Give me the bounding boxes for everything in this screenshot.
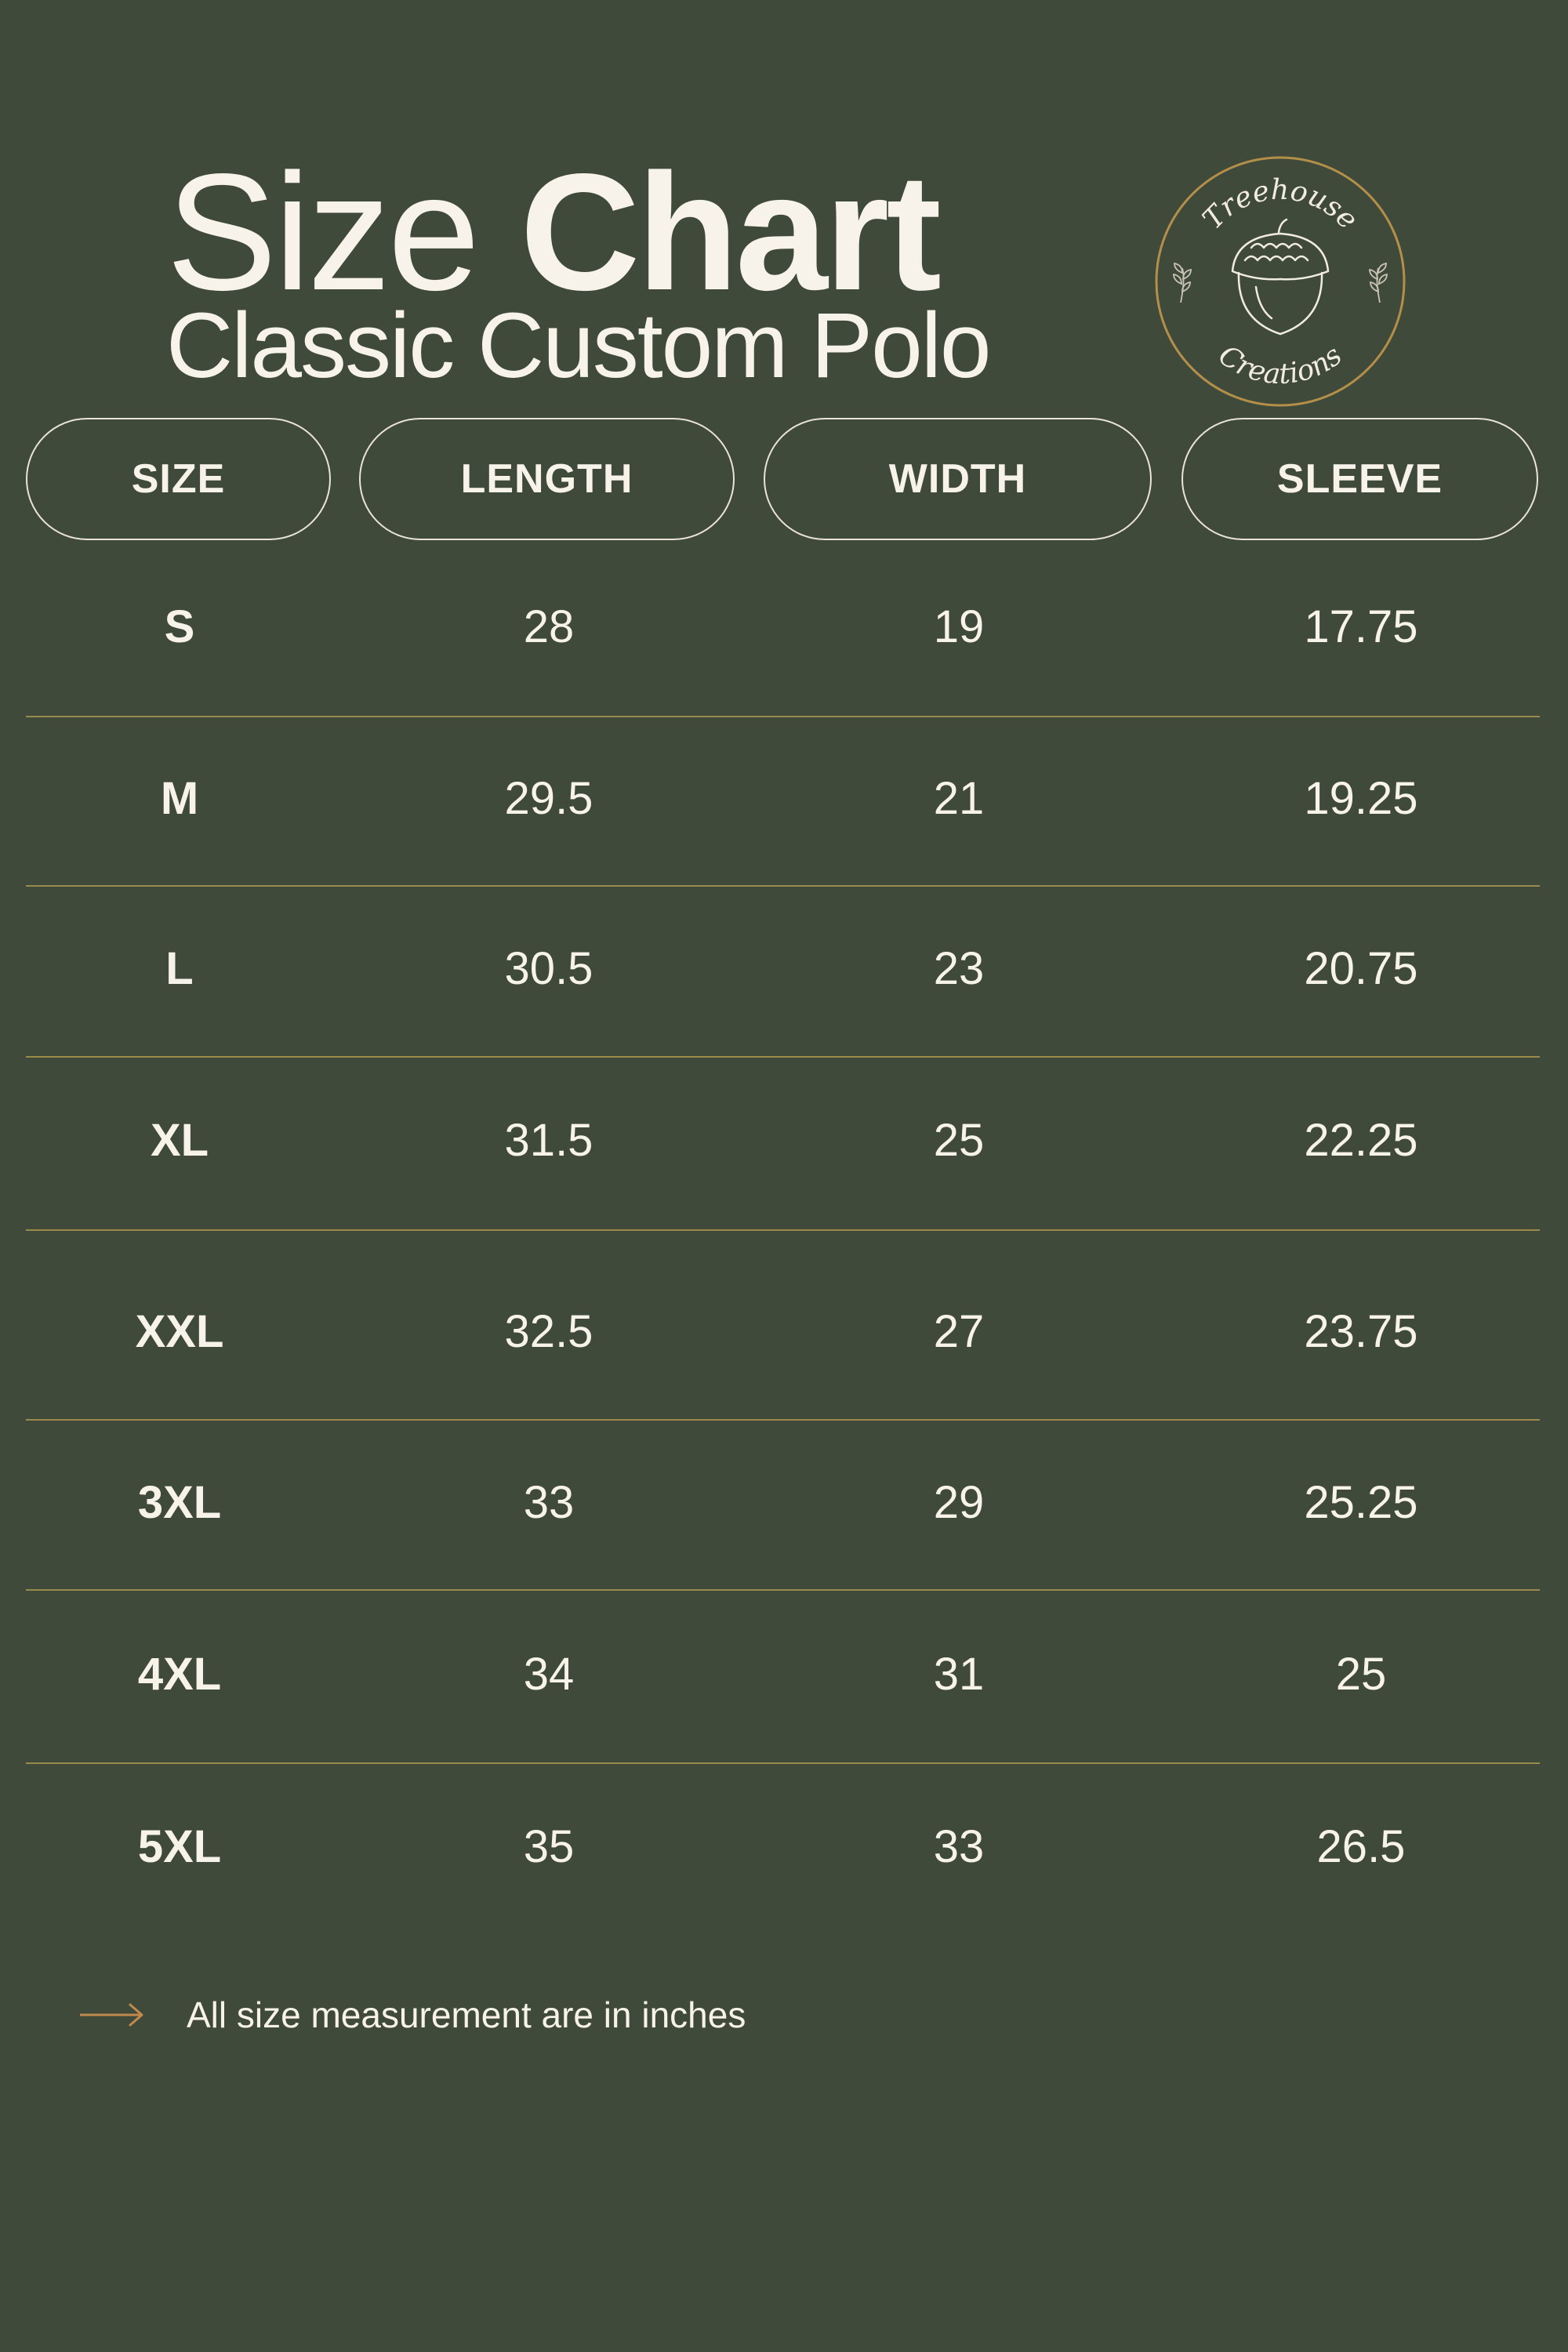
svg-text:Creations: Creations	[1213, 339, 1348, 391]
cell-sleeve: 20.75	[1304, 943, 1418, 994]
cell-sleeve: 23.75	[1304, 1306, 1418, 1357]
row-divider	[26, 1056, 1540, 1058]
cell-width: 29	[933, 1477, 985, 1528]
cell-width: 33	[933, 1821, 985, 1872]
page-subtitle: Classic Custom Polo	[166, 294, 992, 397]
cell-size: 5XL	[137, 1821, 222, 1872]
cell-size: L	[165, 943, 194, 994]
cell-width: 31	[933, 1649, 985, 1700]
cell-size: M	[160, 773, 199, 824]
cell-length: 29.5	[504, 773, 593, 824]
table-header: SIZE LENGTH WIDTH SLEEVE	[0, 418, 1568, 543]
cell-sleeve: 22.25	[1304, 1115, 1418, 1166]
row-divider	[26, 716, 1540, 717]
arrow-right-icon	[80, 2003, 143, 2027]
leaf-right-icon	[1369, 262, 1388, 303]
cell-width: 19	[933, 601, 985, 652]
brand-logo: Treehouse Creations	[1154, 155, 1406, 408]
cell-sleeve: 25	[1335, 1649, 1387, 1700]
header-size: SIZE	[26, 418, 331, 540]
note-text: All size measurement are in inches	[187, 1994, 746, 2035]
cell-sleeve: 19.25	[1304, 773, 1418, 824]
cell-length: 28	[523, 601, 575, 652]
cell-length: 31.5	[504, 1115, 593, 1166]
cell-length: 33	[523, 1477, 575, 1528]
cell-length: 30.5	[504, 943, 593, 994]
cell-sleeve: 26.5	[1316, 1821, 1406, 1872]
cell-size: XL	[150, 1115, 209, 1166]
row-divider	[26, 885, 1540, 887]
cell-width: 23	[933, 943, 985, 994]
cell-length: 32.5	[504, 1306, 593, 1357]
cell-size: 4XL	[137, 1649, 222, 1700]
row-divider	[26, 1229, 1540, 1231]
cell-size: S	[164, 601, 195, 652]
row-divider	[26, 1589, 1540, 1591]
acorn-icon	[1231, 218, 1330, 336]
measurement-note: All size measurement are in inches	[78, 1991, 746, 2038]
cell-length: 35	[523, 1821, 575, 1872]
row-divider	[26, 1419, 1540, 1421]
cell-size: 3XL	[137, 1477, 222, 1528]
cell-size: XXL	[135, 1306, 224, 1357]
cell-width: 21	[933, 773, 985, 824]
leaf-left-icon	[1173, 262, 1192, 303]
page-title: Size Chart	[166, 149, 942, 315]
cell-sleeve: 17.75	[1304, 601, 1418, 652]
header-length: LENGTH	[359, 418, 735, 540]
cell-width: 25	[933, 1115, 985, 1166]
cell-sleeve: 25.25	[1304, 1477, 1418, 1528]
header-sleeve: SLEEVE	[1181, 418, 1538, 540]
header-width: WIDTH	[764, 418, 1152, 540]
logo-bottom-text: Creations	[1213, 339, 1348, 391]
cell-width: 27	[933, 1306, 985, 1357]
cell-length: 34	[523, 1649, 575, 1700]
row-divider	[26, 1762, 1540, 1764]
